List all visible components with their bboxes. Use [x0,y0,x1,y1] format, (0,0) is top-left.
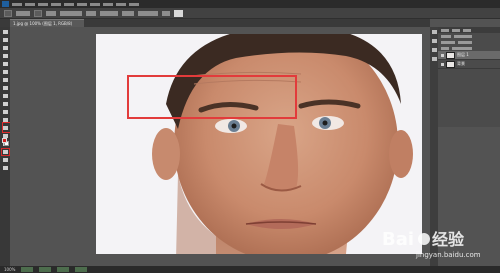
svg-text:经验: 经验 [432,230,465,249]
visibility-eye-icon[interactable] [441,53,444,57]
layer-thumbnail [446,51,455,59]
source-option[interactable] [86,10,96,16]
layers-panel: 图层 1 背景 [438,27,500,127]
brush-tool-icon[interactable] [2,85,9,91]
eyedropper-tool-icon[interactable] [2,69,9,75]
menu-item[interactable] [116,2,126,6]
status-bar: 100% [0,266,500,273]
aligned-checkbox[interactable] [100,10,118,16]
pattern-preview[interactable] [174,9,183,17]
menu-bar [0,0,500,8]
layer-row[interactable]: 图层 1 [438,51,500,60]
menu-item[interactable] [64,2,74,6]
options-bar [0,8,500,19]
menu-item[interactable] [90,2,100,6]
menu-item[interactable] [25,2,35,6]
eraser-tool-icon[interactable] [2,109,9,115]
document-tab-title: 1.jpg @ 100% (图层 1, RGB/8) [13,20,73,26]
move-tool-icon[interactable] [2,29,9,35]
brush-size-option[interactable] [16,10,30,16]
baidu-logo-icon: Bai 经验 jingyan.baidu.com [382,229,481,259]
foreground-color-swatch[interactable] [2,138,7,143]
clone-stamp-tool-icon[interactable] [2,93,9,99]
taskbar-item[interactable] [39,267,52,272]
taskbar-item[interactable] [75,267,88,272]
patch-tool-icon[interactable] [0,148,10,156]
photoshop-window: 1.jpg @ 100% (图层 1, RGB/8) 图层 1 背景 100% … [0,0,500,273]
menu-item[interactable] [129,2,139,6]
lasso-tool-icon[interactable] [2,45,9,51]
layer-name: 背景 [457,61,465,66]
layer-thumbnail [446,60,455,68]
zoom-level: 100% [4,267,16,272]
sample-select[interactable] [138,10,158,16]
forehead-selection-box [127,75,297,119]
mode-select[interactable] [60,10,82,16]
menu-item[interactable] [38,2,48,6]
swatches-panel-icon[interactable] [431,57,437,61]
svg-text:Bai: Bai [382,229,414,250]
menu-item[interactable] [77,2,87,6]
sample-option[interactable] [122,10,134,16]
quick-select-tool-icon[interactable] [2,53,9,59]
tool-preset-picker[interactable] [4,9,12,17]
history-brush-tool-icon[interactable] [2,101,9,107]
layer-row[interactable]: 背景 [438,60,500,69]
layer-name: 图层 1 [457,52,469,57]
tools-panel [0,27,10,266]
ps-logo-icon [2,1,9,7]
mode-option[interactable] [46,10,56,16]
portrait-image [96,34,422,254]
svg-text:jingyan.baidu.com: jingyan.baidu.com [415,251,481,259]
marquee-tool-icon[interactable] [2,37,9,43]
brush-panel-icon[interactable] [431,48,437,52]
document-tab[interactable]: 1.jpg @ 100% (图层 1, RGB/8) [10,19,84,27]
crop-tool-icon[interactable] [2,61,9,67]
brush-picker[interactable] [34,9,42,17]
menu-item[interactable] [103,2,113,6]
type-tool-icon[interactable] [2,157,9,163]
history-panel-icon[interactable] [431,30,437,34]
menu-item[interactable] [12,2,22,6]
portrait-photo[interactable] [96,34,422,254]
healing-brush-tool-icon[interactable] [2,77,9,83]
canvas-area[interactable] [10,27,430,266]
baidu-jingyan-watermark: Bai 经验 jingyan.baidu.com [380,225,492,261]
diffusion-option[interactable] [162,10,170,16]
menu-item[interactable] [51,2,61,6]
taskbar-item[interactable] [57,267,70,272]
path-select-tool-icon[interactable] [2,165,9,171]
taskbar-item[interactable] [21,267,34,272]
visibility-eye-icon[interactable] [441,62,444,66]
properties-panel-icon[interactable] [431,39,437,43]
